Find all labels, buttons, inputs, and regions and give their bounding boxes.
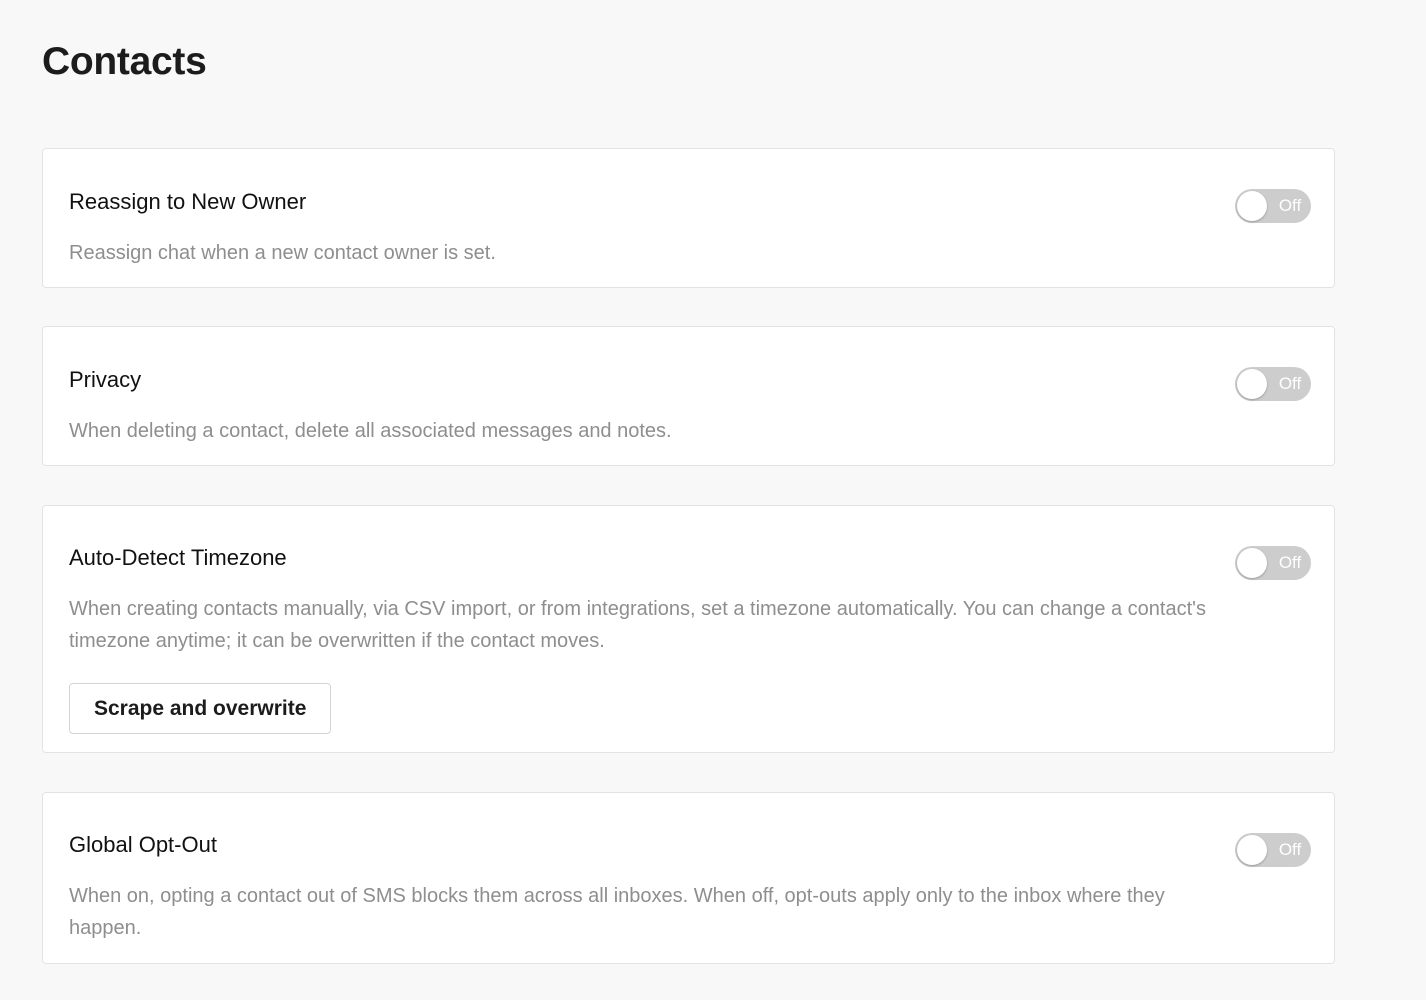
toggle-knob <box>1237 835 1267 865</box>
setting-description: When deleting a contact, delete all asso… <box>69 420 672 442</box>
scrape-and-overwrite-button[interactable]: Scrape and overwrite <box>69 683 332 734</box>
timezone-toggle[interactable]: Off <box>1235 546 1311 580</box>
setting-card-reassign: Reassign to New Owner Off Reassign chat … <box>42 148 1335 288</box>
setting-title: Auto-Detect Timezone <box>69 545 287 570</box>
setting-card-global-opt-out: Global Opt-Out Off When on, opting a con… <box>42 792 1335 964</box>
toggle-state-label: Off <box>1278 374 1302 393</box>
setting-card-timezone: Auto-Detect Timezone Off When creating c… <box>42 505 1335 753</box>
page-title: Contacts <box>42 40 207 83</box>
setting-card-privacy: Privacy Off When deleting a contact, del… <box>42 326 1335 466</box>
setting-title: Privacy <box>69 367 142 392</box>
setting-description: When creating contacts manually, via CSV… <box>69 598 1206 652</box>
toggle-state-label: Off <box>1278 553 1302 572</box>
setting-description: When on, opting a contact out of SMS blo… <box>69 885 1165 939</box>
setting-title: Global Opt-Out <box>69 832 217 857</box>
toggle-knob <box>1237 369 1267 399</box>
toggle-knob <box>1237 191 1267 221</box>
toggle-state-label: Off <box>1278 196 1302 215</box>
toggle-state-label: Off <box>1278 840 1302 859</box>
privacy-toggle[interactable]: Off <box>1235 367 1311 401</box>
toggle-knob <box>1237 548 1267 578</box>
contacts-settings-page: Contacts Reassign to New Owner Off Reass… <box>0 0 1426 1000</box>
reassign-toggle[interactable]: Off <box>1235 189 1311 223</box>
setting-description: Reassign chat when a new contact owner i… <box>69 242 496 264</box>
global-opt-out-toggle[interactable]: Off <box>1235 833 1311 867</box>
setting-title: Reassign to New Owner <box>69 189 307 214</box>
